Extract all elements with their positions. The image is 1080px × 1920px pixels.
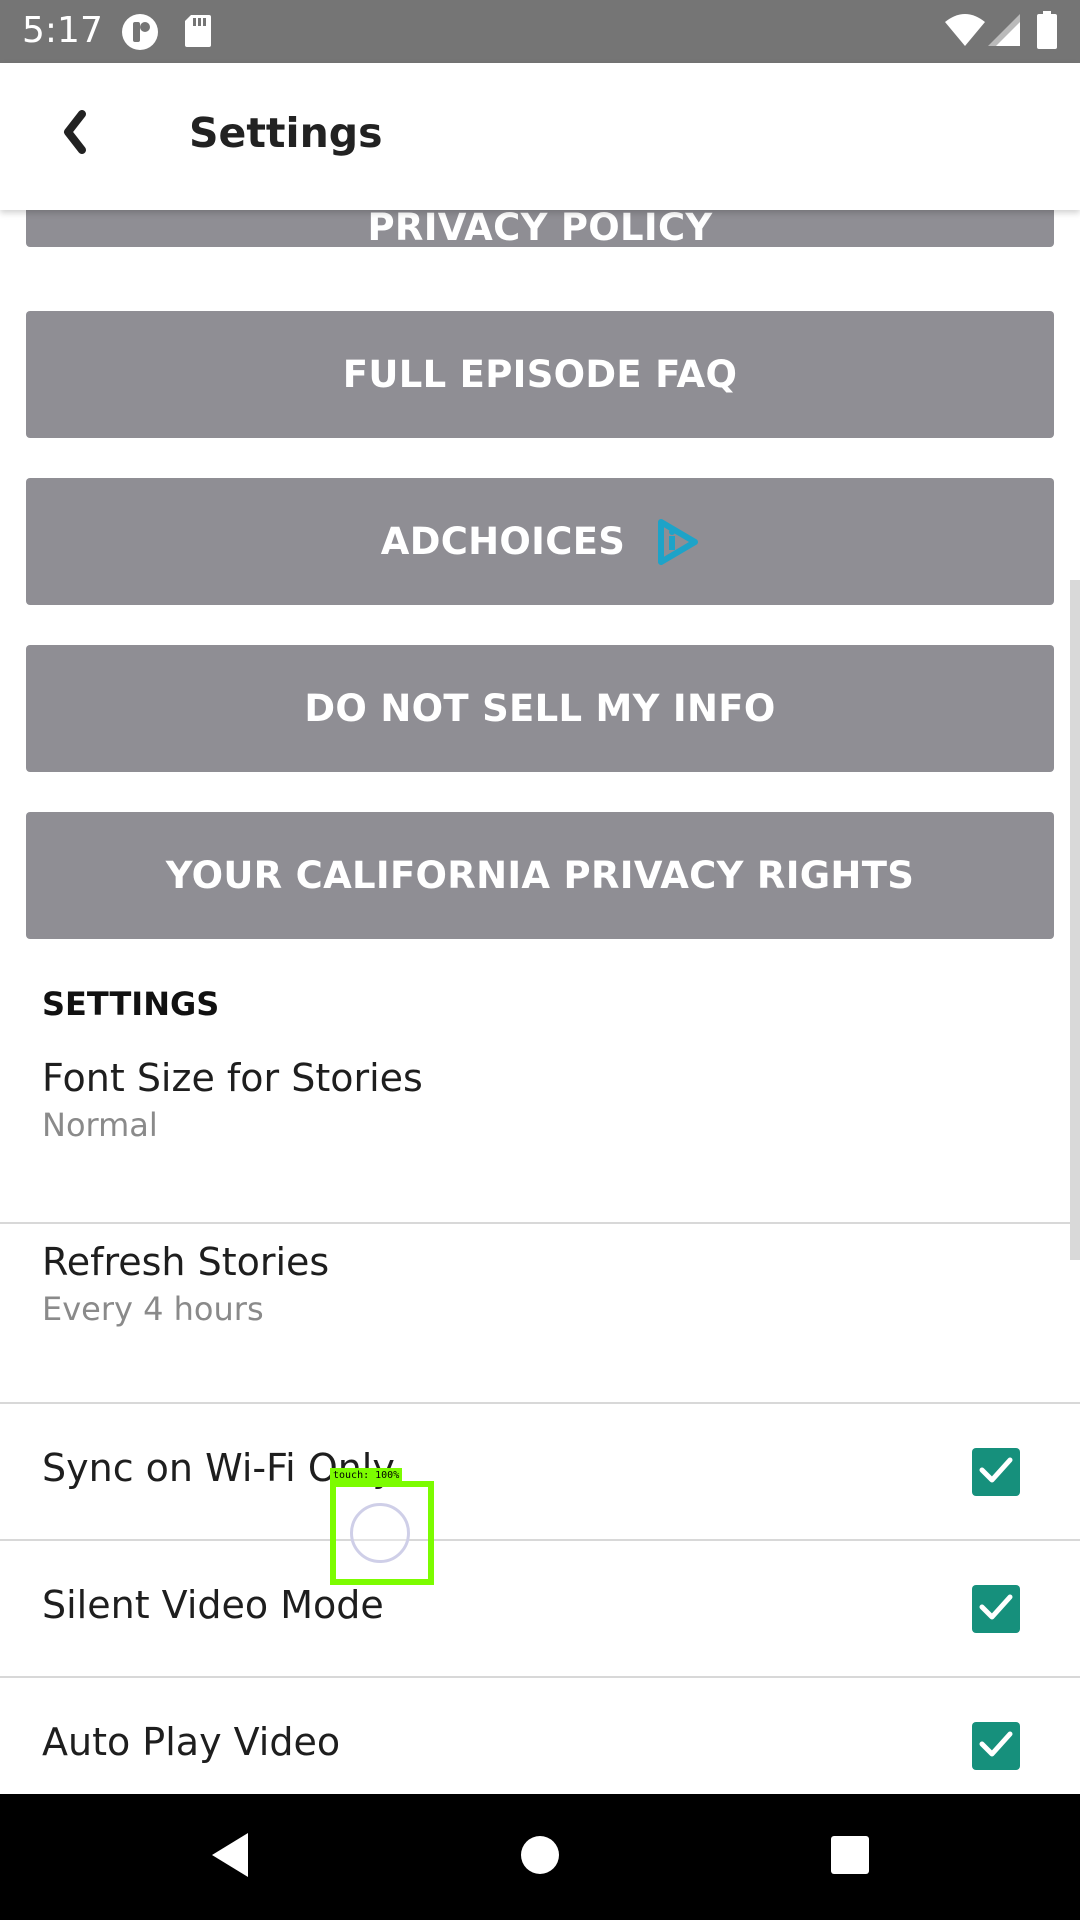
settings-section-header: SETTINGS xyxy=(42,985,220,1023)
checkmark-icon xyxy=(978,1592,1014,1627)
touch-label: touch: 100% xyxy=(330,1468,403,1483)
wifi-icon xyxy=(943,12,987,53)
page-title: Settings xyxy=(189,109,383,157)
notification-icon xyxy=(120,12,160,57)
silent-video-checkbox[interactable] xyxy=(972,1585,1020,1633)
setting-title: Refresh Stories xyxy=(42,1240,330,1284)
checkmark-icon xyxy=(978,1729,1014,1764)
home-circle-icon xyxy=(519,1834,561,1881)
setting-title: Font Size for Stories xyxy=(42,1056,423,1100)
touch-point-icon xyxy=(350,1503,410,1563)
adchoices-label: ADCHOICES xyxy=(380,520,626,563)
silent-video-setting[interactable]: Silent Video Mode xyxy=(0,1541,1080,1678)
privacy-policy-button[interactable]: PRIVACY POLICY xyxy=(26,210,1054,249)
status-bar: 5:17 xyxy=(0,0,1080,63)
do-not-sell-button[interactable]: DO NOT SELL MY INFO xyxy=(26,645,1054,772)
setting-subtitle: Every 4 hours xyxy=(42,1290,264,1328)
recents-square-icon xyxy=(829,1834,871,1881)
sync-wifi-checkbox[interactable] xyxy=(972,1448,1020,1496)
california-privacy-label: YOUR CALIFORNIA PRIVACY RIGHTS xyxy=(165,854,915,897)
nav-recents-button[interactable] xyxy=(820,1827,880,1887)
sync-wifi-setting[interactable]: Sync on Wi-Fi Only xyxy=(0,1404,1080,1541)
status-time: 5:17 xyxy=(22,10,103,51)
auto-play-setting[interactable]: Auto Play Video xyxy=(0,1678,1080,1794)
settings-content[interactable]: PRIVACY POLICY FULL EPISODE FAQ ADCHOICE… xyxy=(0,210,1080,1794)
back-chevron-icon xyxy=(60,109,90,159)
nav-home-button[interactable] xyxy=(510,1827,570,1887)
privacy-policy-label: PRIVACY POLICY xyxy=(367,210,713,249)
navigation-bar xyxy=(0,1794,1080,1920)
back-triangle-icon xyxy=(208,1830,252,1885)
scrollbar[interactable] xyxy=(1070,580,1080,1260)
auto-play-checkbox[interactable] xyxy=(972,1722,1020,1770)
checkmark-icon xyxy=(978,1455,1014,1490)
full-episode-faq-button[interactable]: FULL EPISODE FAQ xyxy=(26,311,1054,438)
setting-title: Auto Play Video xyxy=(42,1720,341,1764)
font-size-setting[interactable]: Font Size for Stories Normal xyxy=(0,1040,1080,1224)
app-bar: Settings xyxy=(0,63,1080,210)
back-button[interactable] xyxy=(40,99,110,169)
full-episode-faq-label: FULL EPISODE FAQ xyxy=(342,353,738,396)
refresh-stories-setting[interactable]: Refresh Stories Every 4 hours xyxy=(0,1224,1080,1404)
adchoices-button[interactable]: ADCHOICES xyxy=(26,478,1054,605)
nav-back-button[interactable] xyxy=(200,1827,260,1887)
sd-card-icon xyxy=(183,13,213,54)
cellular-icon xyxy=(986,12,1022,53)
adchoices-icon xyxy=(655,518,699,566)
setting-subtitle: Normal xyxy=(42,1106,158,1144)
setting-title: Silent Video Mode xyxy=(42,1583,384,1627)
california-privacy-button[interactable]: YOUR CALIFORNIA PRIVACY RIGHTS xyxy=(26,812,1054,939)
battery-icon xyxy=(1036,10,1058,55)
do-not-sell-label: DO NOT SELL MY INFO xyxy=(304,687,776,730)
